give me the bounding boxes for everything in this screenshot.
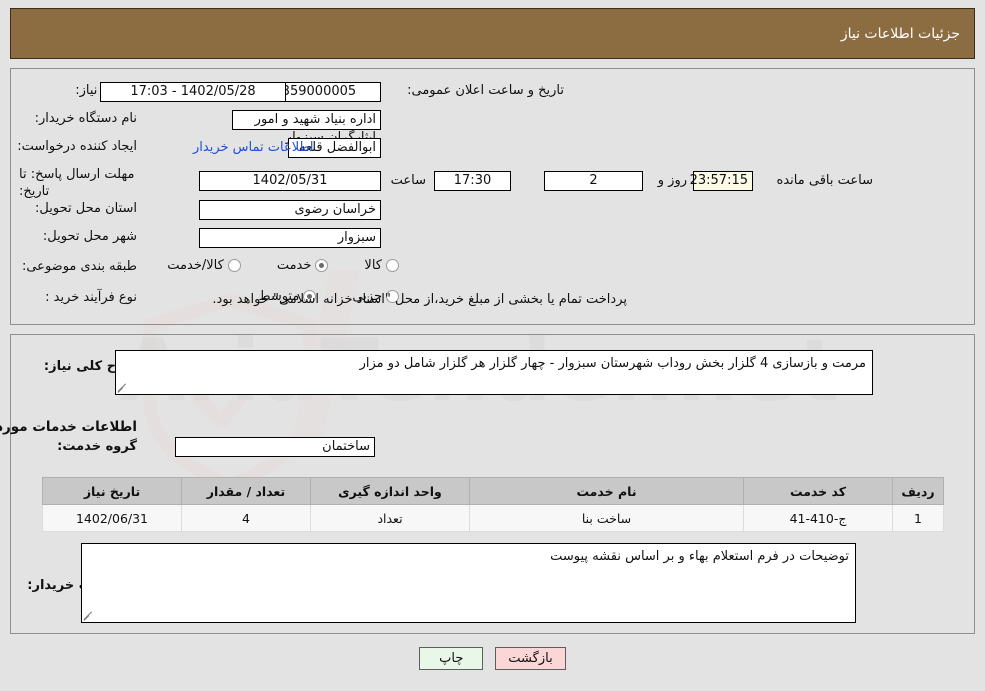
col-header-service-name: نام خدمت (469, 477, 744, 505)
radio-category-khedmat-icon[interactable] (315, 259, 329, 272)
province-value: خراسان رضوی (199, 200, 381, 220)
province-label-row: استان محل تحویل: (35, 201, 137, 216)
category-option-kala[interactable]: کالا (362, 258, 399, 273)
deadline-date-value: 1402/05/31 (199, 171, 381, 191)
remaining-days-value: 2 (544, 171, 643, 191)
page-title: جزئیات اطلاعات نیاز (840, 25, 960, 42)
category-label: طبقه بندی موضوعی: (21, 259, 137, 274)
table-row: 1 ج-410-41 ساخت بنا تعداد 4 1402/06/31 (42, 504, 944, 532)
cell-quantity: 4 (181, 504, 311, 532)
process-note: پرداخت تمام یا بخشی از مبلغ خرید،از محل … (212, 292, 627, 307)
back-button[interactable]: بازگشت (495, 647, 566, 670)
category-option-khedmat-label: خدمت (276, 258, 312, 273)
category-option-khedmat[interactable]: خدمت (275, 258, 329, 273)
announce-datetime-value: 1402/05/28 - 17:03 (100, 82, 286, 102)
cell-service-code: ج-410-41 (743, 504, 893, 532)
print-button[interactable]: چاپ (419, 647, 484, 670)
remaining-time-suffix: ساعت باقی مانده (776, 173, 873, 188)
process-label: نوع فرآیند خرید : (45, 290, 137, 305)
deadline-label: مهلت ارسال پاسخ: تا تاریخ: (19, 167, 135, 199)
need-summary-panel (10, 68, 975, 325)
services-section-heading: اطلاعات خدمات مورد نیاز (0, 419, 137, 435)
process-label-row: نوع فرآیند خرید : (45, 290, 137, 305)
category-radio-group: کالا خدمت کالا/خدمت (165, 258, 399, 273)
resize-grip-icon[interactable] (117, 381, 130, 393)
resize-grip-icon[interactable] (83, 609, 96, 621)
col-header-quantity: تعداد / مقدار (181, 477, 311, 505)
col-header-radif: ردیف (892, 477, 944, 505)
category-option-kala-label: کالا (364, 258, 382, 273)
service-group-label: گروه خدمت: (57, 439, 137, 454)
city-label-row: شهر محل تحویل: (43, 229, 137, 244)
col-header-unit: واحد اندازه گیری (310, 477, 470, 505)
city-label: شهر محل تحویل: (42, 229, 137, 244)
general-desc-textarea[interactable]: مرمت و بازسازی 4 گلزار بخش روداب شهرستان… (115, 350, 873, 395)
buyer-notes-textarea[interactable]: توضیحات در فرم استعلام بهاء و بر اساس نق… (81, 543, 856, 623)
creator-label-row: ایجاد کننده درخواست: (17, 139, 137, 154)
buyer-org-label: نام دستگاه خریدار: (34, 111, 137, 126)
col-header-need-date: تاریخ نیاز (42, 477, 182, 505)
page-header-bar: جزئیات اطلاعات نیاز (10, 8, 975, 59)
table-header-row: ردیف کد خدمت نام خدمت واحد اندازه گیری ت… (42, 477, 944, 505)
buyer-notes-value: توضیحات در فرم استعلام بهاء و بر اساس نق… (550, 549, 849, 564)
deadline-label-row: مهلت ارسال پاسخ: تا تاریخ: (19, 166, 137, 200)
creator-label: ایجاد کننده درخواست: (17, 139, 137, 154)
deadline-hour-label: ساعت (390, 173, 426, 188)
services-table: ردیف کد خدمت نام خدمت واحد اندازه گیری ت… (42, 477, 944, 532)
remaining-days-suffix: روز و (657, 173, 687, 188)
deadline-hour-value: 17:30 (434, 171, 511, 191)
cell-need-date: 1402/06/31 (42, 504, 182, 532)
category-label-row: طبقه بندی موضوعی: (22, 259, 137, 274)
announce-datetime-label: تاریخ و ساعت اعلان عمومی: (407, 83, 564, 98)
service-group-value: ساختمان (175, 437, 375, 457)
general-desc-value: مرمت و بازسازی 4 گلزار بخش روداب شهرستان… (359, 356, 866, 371)
city-value: سبزوار (199, 228, 381, 248)
cell-radif: 1 (892, 504, 944, 532)
announce-datetime-label-row: تاریخ و ساعت اعلان عمومی: (407, 83, 564, 98)
category-option-kala-khedmat-label: کالا/خدمت (167, 258, 224, 273)
radio-category-kala-icon[interactable] (386, 259, 399, 272)
radio-category-kala-khedmat-icon[interactable] (227, 259, 241, 272)
category-option-kala-khedmat[interactable]: کالا/خدمت (165, 258, 241, 273)
cell-unit: تعداد (310, 504, 470, 532)
action-button-bar: بازگشت چاپ (0, 647, 985, 670)
services-table-wrap: ردیف کد خدمت نام خدمت واحد اندازه گیری ت… (42, 477, 944, 532)
buyer-org-label-row: نام دستگاه خریدار: (35, 111, 137, 126)
remaining-time-countdown: 23:57:15 (690, 171, 753, 191)
province-label: استان محل تحویل: (35, 201, 137, 216)
buyer-org-value: اداره بنیاد شهید و امور ایثارگران سبزوار (232, 110, 381, 145)
col-header-service-code: کد خدمت (743, 477, 893, 505)
cell-service-name: ساخت بنا (469, 504, 744, 532)
buyer-contact-link[interactable]: اطلاعات تماس خریدار (193, 140, 313, 155)
